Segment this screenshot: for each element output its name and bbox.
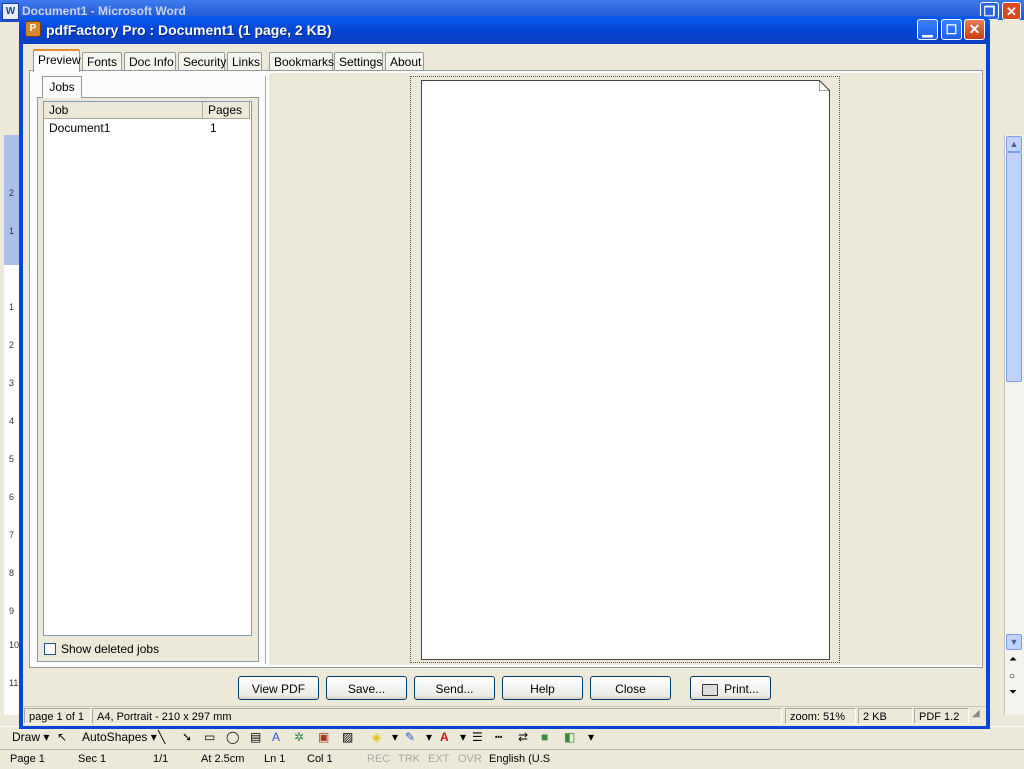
word-status-ext[interactable]: EXT — [428, 752, 449, 766]
resize-grip-icon[interactable]: ◢ — [972, 708, 980, 719]
job-pages-cell: 1 — [210, 121, 217, 135]
select-browse-object-icon[interactable]: ○ — [1009, 671, 1015, 682]
toolbar-options-icon[interactable]: ▾ — [588, 729, 594, 745]
close-button[interactable]: Close — [590, 676, 671, 700]
show-deleted-label[interactable]: Show deleted jobs — [61, 642, 159, 656]
oval-tool-icon[interactable]: ◯ — [226, 729, 239, 745]
3d-style-icon[interactable]: ◧ — [564, 729, 575, 745]
arrow-style-icon[interactable]: ⇄ — [518, 729, 528, 745]
page-corner-icon — [819, 80, 830, 91]
shadow-style-icon[interactable]: ■ — [541, 729, 548, 745]
ruler-number: 1 — [9, 302, 15, 312]
diagram-tool-icon[interactable]: ✲ — [294, 729, 304, 745]
clipart-tool-icon[interactable]: ▣ — [318, 729, 329, 745]
tab-about[interactable]: About — [385, 52, 424, 71]
rectangle-tool-icon[interactable]: ▭ — [204, 729, 215, 745]
page-preview[interactable] — [421, 80, 830, 660]
line-color-dropdown-icon[interactable]: ▾ — [426, 729, 432, 745]
ruler-number: 2 — [9, 340, 15, 350]
word-status-rec[interactable]: REC — [367, 752, 390, 766]
show-deleted-checkbox[interactable] — [44, 643, 56, 655]
tab-links[interactable]: Links — [227, 52, 262, 71]
font-color-icon[interactable]: A — [440, 729, 449, 745]
print-button[interactable]: Print... — [690, 676, 771, 700]
word-status-page: Page 1 — [10, 753, 45, 765]
close-window-button[interactable]: ✕ — [964, 19, 985, 40]
printer-icon — [702, 683, 719, 696]
fill-color-icon[interactable]: ◈ — [372, 729, 381, 745]
autoshapes-label: AutoShapes — [82, 730, 148, 744]
ruler-number: 10 — [9, 640, 20, 650]
draw-menu-button[interactable]: Draw ▾ — [12, 729, 49, 745]
ruler-number: 8 — [9, 568, 15, 578]
tab-doc-info[interactable]: Doc Info — [124, 52, 176, 71]
ruler-number: 11 — [9, 678, 19, 688]
status-page-info: page 1 of 1 — [24, 708, 91, 724]
next-page-icon[interactable]: ⏷ — [1009, 687, 1017, 698]
table-row[interactable]: Document1 1 — [44, 120, 251, 136]
select-objects-icon[interactable]: ↖ — [57, 729, 67, 745]
print-label: Print... — [724, 682, 759, 696]
word-status-at: At 2.5cm — [201, 753, 245, 765]
ruler-number: 5 — [9, 454, 15, 464]
ruler-number: 2 — [9, 188, 15, 198]
tab-preview[interactable]: Preview — [33, 49, 81, 72]
word-status-section: Sec 1 — [78, 753, 107, 765]
ruler-number: 7 — [9, 530, 15, 540]
column-header-pages[interactable]: Pages — [203, 102, 250, 119]
line-style-icon[interactable]: ☰ — [472, 729, 483, 745]
ruler-number: 1 — [9, 226, 15, 236]
status-zoom: zoom: 51% — [785, 708, 856, 724]
word-app-icon: W — [2, 3, 19, 20]
help-button[interactable]: Help — [502, 676, 583, 700]
dialog-title: pdfFactory Pro : Document1 (1 page, 2 KB… — [46, 22, 332, 38]
view-pdf-button[interactable]: View PDF — [238, 676, 319, 700]
word-status-trk[interactable]: TRK — [398, 752, 420, 766]
tab-settings[interactable]: Settings — [334, 52, 383, 71]
autoshapes-menu-button[interactable]: AutoShapes ▾ — [82, 729, 157, 745]
arrow-tool-icon[interactable]: ➘ — [182, 729, 192, 745]
pdffactory-app-icon[interactable]: P — [25, 21, 41, 37]
ruler-number: 6 — [9, 492, 15, 502]
fill-color-dropdown-icon[interactable]: ▾ — [392, 729, 398, 745]
dash-style-icon[interactable]: ┅ — [495, 729, 502, 745]
textbox-tool-icon[interactable]: ▤ — [250, 729, 261, 745]
job-name-cell: Document1 — [49, 121, 111, 135]
save-button[interactable]: Save... — [326, 676, 407, 700]
prev-page-icon[interactable]: ⏶ — [1009, 654, 1017, 665]
maximize-button[interactable]: ☐ — [941, 19, 962, 40]
picture-tool-icon[interactable]: ▨ — [342, 729, 353, 745]
wordart-tool-icon[interactable]: A — [272, 729, 280, 745]
word-status-pages: 1/1 — [153, 753, 169, 765]
word-close-button[interactable]: ✕ — [1002, 2, 1021, 20]
jobs-tab[interactable]: Jobs — [42, 76, 82, 98]
tab-security[interactable]: Security — [178, 52, 226, 71]
minimize-button[interactable]: ▁ — [917, 19, 938, 40]
word-scroll-thumb[interactable] — [1006, 152, 1022, 382]
word-status-col: Col 1 — [307, 753, 333, 765]
ruler-number: 3 — [9, 378, 15, 388]
draw-label: Draw — [12, 730, 41, 744]
jobs-list[interactable] — [43, 101, 252, 636]
line-tool-icon[interactable]: ╲ — [158, 729, 165, 745]
tab-fonts[interactable]: Fonts — [82, 52, 122, 71]
status-pdf-version: PDF 1.2 — [914, 708, 969, 724]
status-paper-size: A4, Portrait - 210 x 297 mm — [92, 708, 782, 724]
word-status-ovr[interactable]: OVR — [458, 752, 482, 766]
tab-bookmarks[interactable]: Bookmarks — [269, 52, 334, 71]
column-header-job[interactable]: Job — [44, 102, 203, 119]
font-color-dropdown-icon[interactable]: ▾ — [460, 729, 466, 745]
status-size: 2 KB — [858, 708, 913, 724]
scroll-down-icon[interactable]: ▼ — [1006, 634, 1022, 650]
line-color-icon[interactable]: ✎ — [405, 729, 415, 745]
scroll-up-icon[interactable]: ▲ — [1006, 136, 1022, 152]
word-status-language: English (U.S — [489, 753, 551, 765]
ruler-number: 4 — [9, 416, 15, 426]
word-status-line: Ln 1 — [264, 753, 286, 765]
send-button[interactable]: Send... — [414, 676, 495, 700]
ruler-number: 9 — [9, 606, 15, 616]
